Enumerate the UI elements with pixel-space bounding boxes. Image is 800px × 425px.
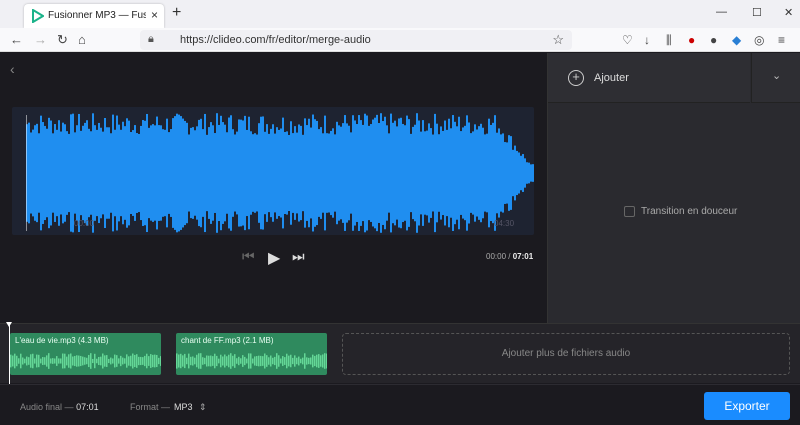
extension-dark-icon[interactable]: ● (710, 33, 717, 47)
format-info: Format — (130, 402, 170, 412)
pocket-icon[interactable]: ♡ (622, 33, 633, 47)
clip-label: L'eau de vie.mp3 (4.3 MB) (15, 336, 109, 345)
extension-diamond-icon[interactable]: ◆ (732, 33, 741, 47)
close-window-icon[interactable]: ✕ (784, 6, 793, 19)
back-icon[interactable]: ← (10, 32, 23, 47)
select-arrows-icon: ⇕ (199, 402, 207, 412)
final-audio-info: Audio final — 07:01 (20, 402, 99, 412)
waveform-graphic (26, 113, 534, 233)
total-time: 07:01 (512, 252, 534, 261)
bookmark-star-icon[interactable]: ☆ (552, 32, 564, 48)
editor-app: ‹ 00:00 04:30 ⏮ ▶ ⏭ 00:00 / 07:01 + Ajou… (0, 53, 800, 425)
menu-icon[interactable]: ≡ (778, 33, 785, 47)
plus-circle-icon: + (568, 70, 584, 86)
library-icon[interactable]: ⫼ (666, 33, 672, 48)
tab-title: Fusionner MP3 — Fusionneur a (48, 10, 146, 21)
url-bar[interactable]: 🔒︎ https://clideo.com/fr/editor/merge-au… (140, 30, 572, 50)
audio-clip[interactable]: chant de FF.mp3 (2.1 MB) (176, 333, 327, 375)
final-audio-value: 07:01 (76, 402, 99, 412)
format-label: Format (130, 402, 159, 412)
reload-icon[interactable]: ↻ (57, 32, 68, 48)
fade-label: Transition en douceur (641, 206, 738, 217)
forward-icon[interactable]: → (34, 32, 47, 47)
fade-checkbox[interactable] (624, 206, 635, 217)
url-text: https://clideo.com/fr/editor/merge-audio (180, 34, 371, 46)
audio-clip[interactable]: L'eau de vie.mp3 (4.3 MB) (10, 333, 161, 375)
play-icon[interactable]: ▶ (268, 248, 280, 268)
time-separator: / (508, 252, 511, 261)
footer-bar: Audio final — 07:01 Format — MP3 ⇕ Expor… (0, 384, 800, 425)
add-dropdown-button[interactable]: ⌄ (751, 53, 800, 103)
back-chevron-icon[interactable]: ‹ (10, 61, 15, 77)
final-audio-label: Audio final (20, 402, 63, 412)
waveform-display[interactable]: 00:00 04:30 (12, 107, 534, 235)
browser-navbar: ← → ↻ ⌂ 🔒︎ https://clideo.com/fr/editor/… (0, 28, 800, 52)
skip-back-icon[interactable]: ⏮ (242, 248, 255, 265)
add-more-files-dropzone[interactable]: Ajouter plus de fichiers audio (342, 333, 790, 375)
maximize-icon[interactable]: ☐ (752, 6, 762, 19)
current-time: 00:00 (486, 252, 507, 261)
waveform-tick-end: 04:30 (494, 219, 515, 228)
format-dash: — (161, 402, 171, 412)
chevron-down-icon: ⌄ (772, 70, 782, 82)
export-button[interactable]: Exporter (704, 392, 790, 420)
minimize-icon[interactable]: — (716, 6, 727, 18)
skip-forward-icon[interactable]: ⏭ (292, 248, 305, 265)
clip-label: chant de FF.mp3 (2.1 MB) (181, 336, 274, 345)
dropzone-label: Ajouter plus de fichiers audio (501, 348, 631, 359)
format-value: MP3 (174, 402, 193, 412)
new-tab-icon[interactable]: + (172, 4, 181, 22)
time-readout: 00:00 / 07:01 (486, 252, 533, 261)
clip-waveform (10, 353, 161, 369)
timeline: L'eau de vie.mp3 (4.3 MB) chant de FF.mp… (0, 322, 800, 384)
tab-close-icon[interactable]: × (151, 8, 158, 22)
final-audio-dash: — (64, 402, 74, 412)
home-icon[interactable]: ⌂ (78, 32, 86, 47)
options-sidebar: + Ajouter ⌄ Transition en douceur (547, 53, 800, 323)
clip-waveform (176, 353, 327, 369)
add-label: Ajouter (594, 72, 629, 84)
format-select[interactable]: MP3 ⇕ (174, 402, 207, 413)
download-icon[interactable]: ↓ (644, 33, 650, 47)
shield-lock-icon: 🔒︎ (148, 33, 154, 45)
waveform-tick-start: 00:00 (74, 219, 95, 228)
extension-icon[interactable]: ● (688, 33, 695, 47)
add-button[interactable]: + Ajouter (548, 53, 750, 103)
clideo-favicon-icon (32, 9, 44, 23)
browser-tab[interactable]: Fusionner MP3 — Fusionneur a × (24, 4, 164, 28)
extension-circle-icon[interactable]: ◎ (754, 33, 764, 47)
browser-tabbar: Fusionner MP3 — Fusionneur a × + — ☐ ✕ (0, 0, 800, 28)
